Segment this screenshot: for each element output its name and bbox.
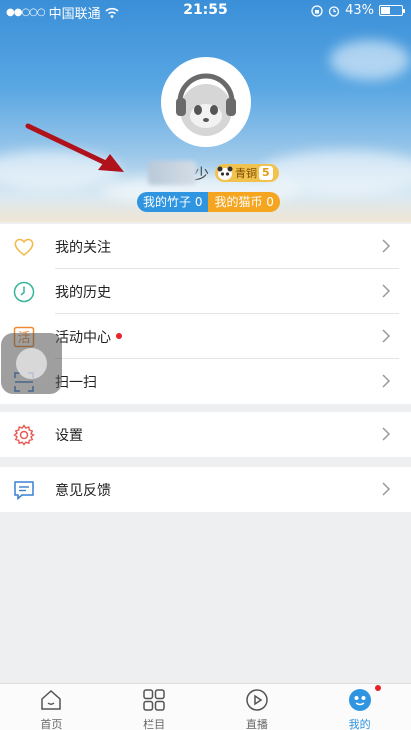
- home-icon: [41, 689, 62, 710]
- bottom-tab-bar: 首页 栏目 直播 我的: [0, 683, 411, 730]
- tab-label-columns: 栏目: [143, 718, 166, 730]
- level-badge[interactable]: 青铜 5: [215, 164, 279, 182]
- stats-row: 我的竹子 0 我的猫币 0: [137, 192, 280, 212]
- menu-item-settings[interactable]: 设置: [0, 412, 411, 457]
- tab-label-home: 首页: [40, 718, 63, 730]
- chevron-right-icon: [382, 374, 391, 388]
- assistive-touch-button[interactable]: [1, 333, 62, 394]
- menu-group-settings: 设置: [0, 412, 411, 457]
- annotation-arrow-icon: [25, 123, 124, 172]
- grid-icon: [143, 689, 165, 711]
- panda-avatar-icon: [176, 73, 236, 136]
- feedback-icon: [14, 481, 34, 501]
- chevron-right-icon: [382, 239, 391, 253]
- tab-mine[interactable]: 我的: [308, 684, 411, 730]
- battery-icon: [379, 5, 405, 16]
- menu-label-activity: 活动中心: [55, 329, 111, 346]
- bamboo-button[interactable]: 我的竹子 0: [137, 192, 209, 212]
- chevron-right-icon: [382, 427, 391, 441]
- notification-dot: [375, 685, 382, 691]
- user-name-row: 少 青铜 5: [148, 160, 279, 186]
- clock-icon: [13, 281, 35, 303]
- menu-group-feedback: 意见反馈: [0, 467, 411, 512]
- play-icon: [246, 689, 268, 711]
- heart-icon: [14, 238, 34, 256]
- level-label: 青铜: [235, 167, 258, 180]
- battery-percent: 43%: [345, 3, 374, 18]
- level-number: 5: [259, 166, 273, 180]
- tab-label-mine: 我的: [348, 718, 371, 730]
- chevron-right-icon: [382, 329, 391, 343]
- menu-item-feedback[interactable]: 意见反馈: [0, 467, 411, 512]
- tab-label-live: 直播: [245, 718, 268, 730]
- profile-header: 少 青铜 5 我的竹子 0 我的猫币 0: [0, 0, 411, 222]
- username-suffix: 少: [194, 164, 210, 183]
- tab-columns[interactable]: 栏目: [103, 684, 206, 730]
- blurred-username: [148, 161, 196, 185]
- chevron-right-icon: [382, 482, 391, 496]
- menu-label-history: 我的历史: [55, 284, 111, 301]
- coin-button[interactable]: 我的猫币 0: [208, 192, 280, 212]
- menu-item-history[interactable]: 我的历史: [0, 269, 411, 314]
- menu-label-follow: 我的关注: [55, 239, 111, 256]
- chevron-right-icon: [382, 284, 391, 298]
- profile-icon: [348, 689, 371, 711]
- rotation-lock-icon: [311, 4, 323, 17]
- notification-dot: [116, 333, 122, 339]
- menu-label-settings: 设置: [55, 427, 83, 444]
- avatar[interactable]: [161, 57, 251, 147]
- tab-home[interactable]: 首页: [0, 684, 103, 730]
- tab-live[interactable]: 直播: [206, 684, 309, 730]
- panda-badge-icon: [217, 166, 233, 180]
- alarm-icon: [328, 5, 340, 17]
- menu-label-feedback: 意见反馈: [55, 482, 111, 499]
- gear-icon: [13, 424, 35, 446]
- menu-item-follow[interactable]: 我的关注: [0, 224, 411, 269]
- status-bar: ●●○○○ 中国联通 21:55 43%: [0, 0, 411, 22]
